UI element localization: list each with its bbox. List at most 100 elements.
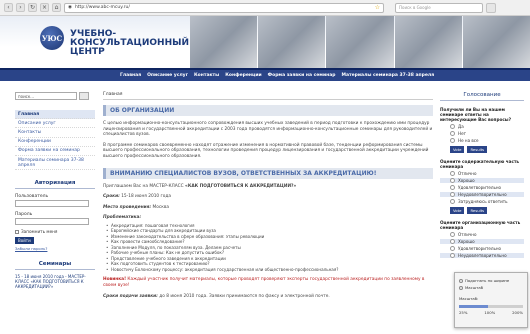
remember-me[interactable]: Запомнить меня [15,229,95,234]
header-photo-5 [462,16,530,68]
username-field[interactable] [15,200,89,208]
side-item-home[interactable]: Главная [15,110,95,120]
forward-icon[interactable]: › [16,3,25,12]
site-search: поиск... [15,92,95,100]
poll-title: Голосование [440,92,524,101]
invite-prefix: Приглашаем Вас на МАСТЕР-КЛАСС [103,183,184,189]
browser-toolbar: ‹ › ↻ × ⌂ ◉ http://www.abc-mcuy.ru/ ☆ По… [0,0,530,16]
radio-icon[interactable] [450,185,455,190]
menu-item-materials[interactable]: Материалы семинара 37-38 апреля [342,73,435,78]
login-button[interactable]: Войти [15,237,34,245]
poll-option[interactable]: Отлично [440,232,524,237]
zoom-popup: Подогнать по ширине Масштаб Масштаб: 25%… [454,272,528,328]
site-search-button[interactable] [79,92,89,100]
forgot-password-link[interactable]: Забыли пароль? [15,246,95,251]
side-item-services[interactable]: Описание услуг [15,119,95,129]
poll-question-2: Оцените содержательную часть семинара [440,159,520,169]
radio-icon[interactable] [450,124,455,129]
password-field[interactable] [15,218,89,226]
vote-button[interactable]: Vote [450,146,465,153]
radio-icon[interactable] [450,192,455,197]
poll-option[interactable]: Не на все [440,138,524,143]
radio-icon[interactable] [450,138,455,143]
dates-label: Сроки: [103,194,120,200]
results-button[interactable]: Results [467,207,488,214]
poll-option[interactable]: Удовлетворительно [440,185,524,190]
radio-icon[interactable] [459,285,463,290]
poll-option[interactable]: Хорошо [440,239,524,244]
deadline-line: Сроки подачи заявки: до 8 июня 2010 года… [103,294,433,300]
radio-icon[interactable] [450,239,455,244]
side-item-materials[interactable]: Материалы семинара 37-38 апреля [15,156,95,171]
reload-icon[interactable]: ↻ [28,3,37,12]
poll-option-label: Затрудняюсь ответить [458,199,508,204]
zoom-ticks: 25% 100% 200% [459,310,523,315]
radio-icon[interactable] [450,253,455,258]
side-menu: Главная Описание услуг Контакты Конферен… [15,110,95,171]
poll-option[interactable]: Затрудняюсь ответить [440,199,524,204]
search-go-icon[interactable] [486,2,496,13]
address-bar[interactable]: ◉ http://www.abc-mcuy.ru/ ☆ [64,2,384,13]
results-button[interactable]: Results [467,146,488,153]
problems-label: Проблематика: [103,215,433,221]
password-label: Пароль [15,212,33,218]
poll-buttons-2: Vote Results [440,207,524,214]
seminar-link[interactable]: 15 - 18 июня 2010 года - МАСТЕР-КЛАСС «К… [15,274,95,289]
poll-option[interactable]: Удовлетворительно [440,246,524,251]
zoom-option-fit[interactable]: Подогнать по ширине [459,278,523,283]
poll-option-label: Неудовлетворительно [458,192,507,197]
radio-icon[interactable] [450,171,455,176]
poll-sidebar: Голосование Получили ли Вы на нашем семи… [440,92,524,258]
side-item-conferences[interactable]: Конференции [15,138,95,147]
poll-option[interactable]: Неудовлетворительно [440,253,524,258]
section-about-title: ОБ ОРГАНИЗАЦИИ [103,105,433,116]
radio-icon[interactable] [450,131,455,136]
stop-icon[interactable]: × [40,3,49,12]
radio-icon[interactable] [450,232,455,237]
bookmark-star-icon[interactable]: ☆ [375,4,380,11]
new-line: Новинка! Каждый участник получит материа… [103,277,433,288]
menu-item-conferences[interactable]: Конференции [225,73,261,78]
menu-item-services[interactable]: Описание услуг [147,73,188,78]
breadcrumb[interactable]: Главная [103,92,433,100]
radio-icon[interactable] [450,246,455,251]
topics-list: Аккредитация: пошаговая технология Европ… [103,223,433,273]
radio-icon[interactable] [459,278,463,283]
side-item-contacts[interactable]: Контакты [15,128,95,138]
poll-option[interactable]: Хорошо [440,178,524,183]
new-label: Новинка! [103,277,127,283]
menu-item-contacts[interactable]: Контакты [194,73,219,78]
poll-question-1: Получили ли Вы на нашем семинаре ответы … [440,107,512,122]
main-menu: Главная Описание услуг Контакты Конферен… [0,68,530,81]
zoom-slider[interactable] [459,305,523,308]
poll-option[interactable]: Нет [440,131,524,136]
logo-line-3: ЦЕНТР [70,47,105,57]
site-search-input[interactable]: поиск... [15,92,77,100]
dates-line: Сроки: 15-18 июня 2010 года [103,194,433,200]
zoom-option-scale-label: Масштаб [465,285,484,290]
remember-checkbox[interactable] [15,229,19,234]
poll-option-label: Хорошо [458,178,475,183]
logo-icon[interactable]: УЮС [40,26,64,50]
home-icon[interactable]: ⌂ [52,3,61,12]
back-icon[interactable]: ‹ [4,3,13,12]
header-photo-3 [326,16,394,68]
dates-value: 15-18 июня 2010 года [121,194,172,200]
radio-icon[interactable] [450,199,455,204]
google-search-input[interactable]: Поиск в Google [395,2,483,13]
zoom-option-scale[interactable]: Масштаб [459,285,523,290]
logo-text[interactable]: УЧЕБНО- КОНСУЛЬТАЦИОННЫЙ ЦЕНТР [70,30,189,57]
poll-option[interactable]: Да [440,124,524,129]
poll-option-label: Удовлетворительно [458,246,502,251]
poll-option[interactable]: Неудовлетворительно [440,192,524,197]
side-item-application-form[interactable]: Форма заявки на семинар [15,147,95,156]
zoom-slider-fill [459,305,488,308]
poll-option[interactable]: Отлично [440,171,524,176]
radio-icon[interactable] [450,178,455,183]
zoom-tick: 100% [484,310,496,315]
header-photo-2 [258,16,326,68]
about-paragraph-2: В программе семинаров своевременно наход… [103,142,429,159]
menu-item-application-form[interactable]: Форма заявки на семинар [268,73,336,78]
vote-button[interactable]: Vote [450,207,465,214]
menu-item-home[interactable]: Главная [120,73,141,78]
